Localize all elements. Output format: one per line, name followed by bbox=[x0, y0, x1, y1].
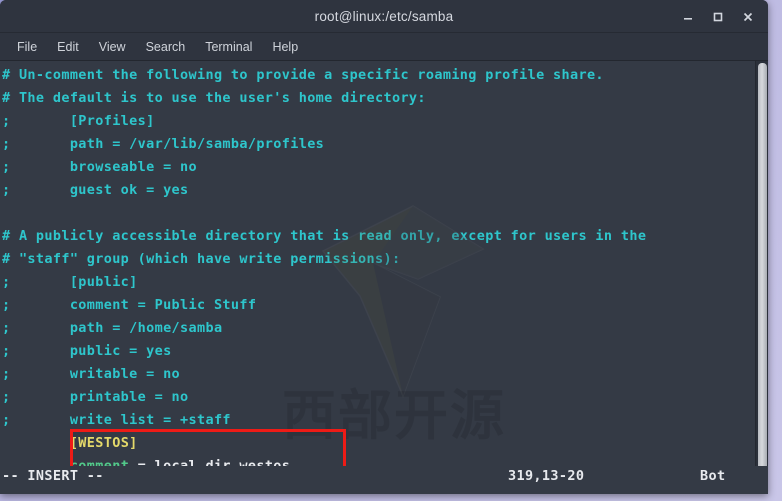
editor-line: ; guest ok = yes bbox=[2, 179, 755, 202]
editor-text-segment: # The default is to use the user's home … bbox=[2, 90, 426, 106]
vim-status-bar: -- INSERT -- 319,13-20 Bot https://blog.… bbox=[0, 466, 768, 494]
scrollbar-thumb[interactable] bbox=[758, 63, 767, 492]
editor-line: ; path = /home/samba bbox=[2, 317, 755, 340]
editor-line: ; writable = no bbox=[2, 363, 755, 386]
terminal-area[interactable]: # Un-comment the following to provide a … bbox=[0, 61, 768, 494]
editor-line: ; path = /var/lib/samba/profiles bbox=[2, 133, 755, 156]
editor-text-segment: ; comment = Public Stuff bbox=[2, 297, 257, 313]
menu-item-search[interactable]: Search bbox=[137, 37, 195, 57]
editor-line: ; comment = Public Stuff bbox=[2, 294, 755, 317]
editor-line: ; write list = +staff bbox=[2, 409, 755, 432]
editor-line: [WESTOS] bbox=[2, 432, 755, 455]
menu-item-view[interactable]: View bbox=[90, 37, 135, 57]
close-button[interactable] bbox=[734, 4, 762, 30]
editor-text-segment: ; public = yes bbox=[2, 343, 172, 359]
editor-line: # The default is to use the user's home … bbox=[2, 87, 755, 110]
editor-text-segment: # "staff" group (which have write permis… bbox=[2, 251, 401, 267]
editor-text-segment: ; write list = +staff bbox=[2, 412, 231, 428]
editor-line: ; [Profiles] bbox=[2, 110, 755, 133]
menu-item-file[interactable]: File bbox=[8, 37, 46, 57]
maximize-button[interactable] bbox=[704, 4, 732, 30]
window-title: root@linux:/etc/samba bbox=[314, 8, 454, 24]
editor-text-segment: # A publicly accessible directory that i… bbox=[2, 228, 647, 244]
menu-item-help[interactable]: Help bbox=[263, 37, 307, 57]
editor-text-segment: # Un-comment the following to provide a … bbox=[2, 67, 604, 83]
window-controls bbox=[674, 0, 762, 33]
editor-line: ; printable = no bbox=[2, 386, 755, 409]
editor-text-segment: ; guest ok = yes bbox=[2, 182, 189, 198]
editor-line: # A publicly accessible directory that i… bbox=[2, 225, 755, 248]
editor-text-segment: ; browseable = no bbox=[2, 159, 197, 175]
editor-text-segment: ; path = /var/lib/samba/profiles bbox=[2, 136, 325, 152]
title-bar: root@linux:/etc/samba bbox=[0, 0, 768, 33]
editor-line: ; [public] bbox=[2, 271, 755, 294]
editor-text-segment: ; writable = no bbox=[2, 366, 181, 382]
vim-mode-indicator: -- INSERT -- bbox=[2, 468, 104, 484]
editor-text-segment: ; [public] bbox=[2, 274, 138, 290]
editor-text-segment: ; printable = no bbox=[2, 389, 189, 405]
editor-line: ; browseable = no bbox=[2, 156, 755, 179]
menu-item-terminal[interactable]: Terminal bbox=[196, 37, 261, 57]
terminal-scrollbar[interactable] bbox=[755, 61, 768, 494]
minimize-button[interactable] bbox=[674, 4, 702, 30]
vim-scroll-position: Bot bbox=[700, 468, 726, 484]
menu-item-edit[interactable]: Edit bbox=[48, 37, 88, 57]
editor-line: ; public = yes bbox=[2, 340, 755, 363]
editor-text-segment: ; path = /home/samba bbox=[2, 320, 223, 336]
terminal-window: root@linux:/etc/samba File Edit View Sea… bbox=[0, 0, 768, 494]
editor-text-segment bbox=[2, 435, 70, 451]
editor-line: # Un-comment the following to provide a … bbox=[2, 64, 755, 87]
editor-text-segment: [WESTOS] bbox=[69, 435, 138, 451]
editor-line: # "staff" group (which have write permis… bbox=[2, 248, 755, 271]
desktop-background: root@linux:/etc/samba File Edit View Sea… bbox=[0, 0, 782, 501]
editor-text-segment: ; [Profiles] bbox=[2, 113, 155, 129]
menu-bar: File Edit View Search Terminal Help bbox=[0, 33, 768, 61]
vim-cursor-ruler: 319,13-20 bbox=[508, 468, 585, 484]
vim-editor-content[interactable]: # Un-comment the following to provide a … bbox=[0, 61, 755, 494]
